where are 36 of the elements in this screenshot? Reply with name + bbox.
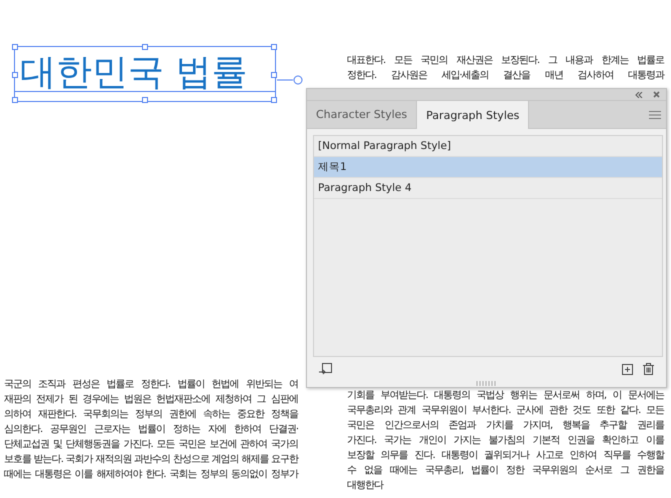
resize-handle[interactable] [12, 72, 18, 78]
body-text-line: 보호를 받는다. 국회가 재적의원 과반수의 찬성으로 계엄의 해제를 요구한 [4, 453, 298, 467]
new-style-icon[interactable] [622, 364, 633, 374]
out-port-icon[interactable] [277, 75, 303, 85]
style-list-item[interactable]: 제목1 [314, 157, 662, 178]
body-text-line: 대표한다. 모든 국민의 재산권은 보장된다. 그 내용과 한계는 법률로 [347, 54, 664, 68]
trash-icon[interactable] [643, 363, 654, 375]
body-text-line: 의하여 재판한다. 국무회의는 정부의 권한에 속하는 중요한 정책을 [4, 408, 298, 422]
body-text-line: 국무총리와 관계 국무위원이 부서한다. 군사에 관한 것도 또한 같다. 모든 [347, 404, 664, 418]
resize-grip-icon[interactable] [476, 381, 498, 386]
close-icon[interactable] [653, 91, 660, 98]
load-styles-icon[interactable] [319, 362, 332, 376]
resize-handle[interactable] [12, 44, 18, 50]
resize-handle[interactable] [271, 97, 277, 103]
menu-icon[interactable] [648, 110, 662, 120]
body-text-line: 대행한다 [347, 479, 384, 493]
body-text-line: 재판의 전제가 된 경우에는 법원은 헌법재판소에 제청하여 그 심판에 [4, 393, 298, 407]
resize-handle[interactable] [271, 44, 277, 50]
body-text-line: 국군의 조직과 편성은 법률로 정한다. 법률이 헌법에 위반되는 여 [4, 378, 298, 392]
body-text-line: 보장할 의무를 진다. 대통령이 궐위되거나 사고로 인하여 직무를 수행할 [347, 449, 664, 463]
body-text-line: 국민은 인간으로서의 존엄과 가치를 가지며, 행복을 추구할 권리를 [347, 419, 664, 433]
headline-text: 대한민국 법률 [20, 51, 248, 95]
resize-handle[interactable] [12, 97, 18, 103]
resize-handle[interactable] [271, 72, 277, 78]
collapse-icon[interactable] [635, 92, 643, 98]
body-text-line: 정한다. 감사원은 세입·세출의 결산을 매년 검사하여 대통령과 [347, 69, 664, 83]
body-text-line: 심의한다. 공무원인 근로자는 법률이 정하는 자에 한하여 단결권· [4, 423, 298, 437]
resize-handle[interactable] [142, 97, 148, 103]
body-text-line: 가진다. 국가는 개인이 가지는 불가침의 기본적 인권을 확인하고 이를 [347, 434, 664, 448]
body-text-line: 단체교섭권 및 단체행동권을 가진다. 모든 국민은 보건에 관하여 국가의 [4, 438, 298, 452]
style-list-item[interactable]: Paragraph Style 4 [314, 178, 662, 199]
body-text-line: 수 없을 때에는 국무총리, 법률이 정한 국무위원의 순서로 그 권한을 [347, 464, 664, 478]
body-text-line: 기회를 부여받는다. 대통령의 국법상 행위는 문서로써 하며, 이 문서에는 [347, 389, 664, 403]
resize-handle[interactable] [142, 44, 148, 50]
body-text-line: 때에는 대통령은 이를 해제하여야 한다. 국회는 정부의 동의없이 정부가 [4, 468, 298, 482]
panel-tab[interactable]: Paragraph Styles [417, 101, 530, 129]
